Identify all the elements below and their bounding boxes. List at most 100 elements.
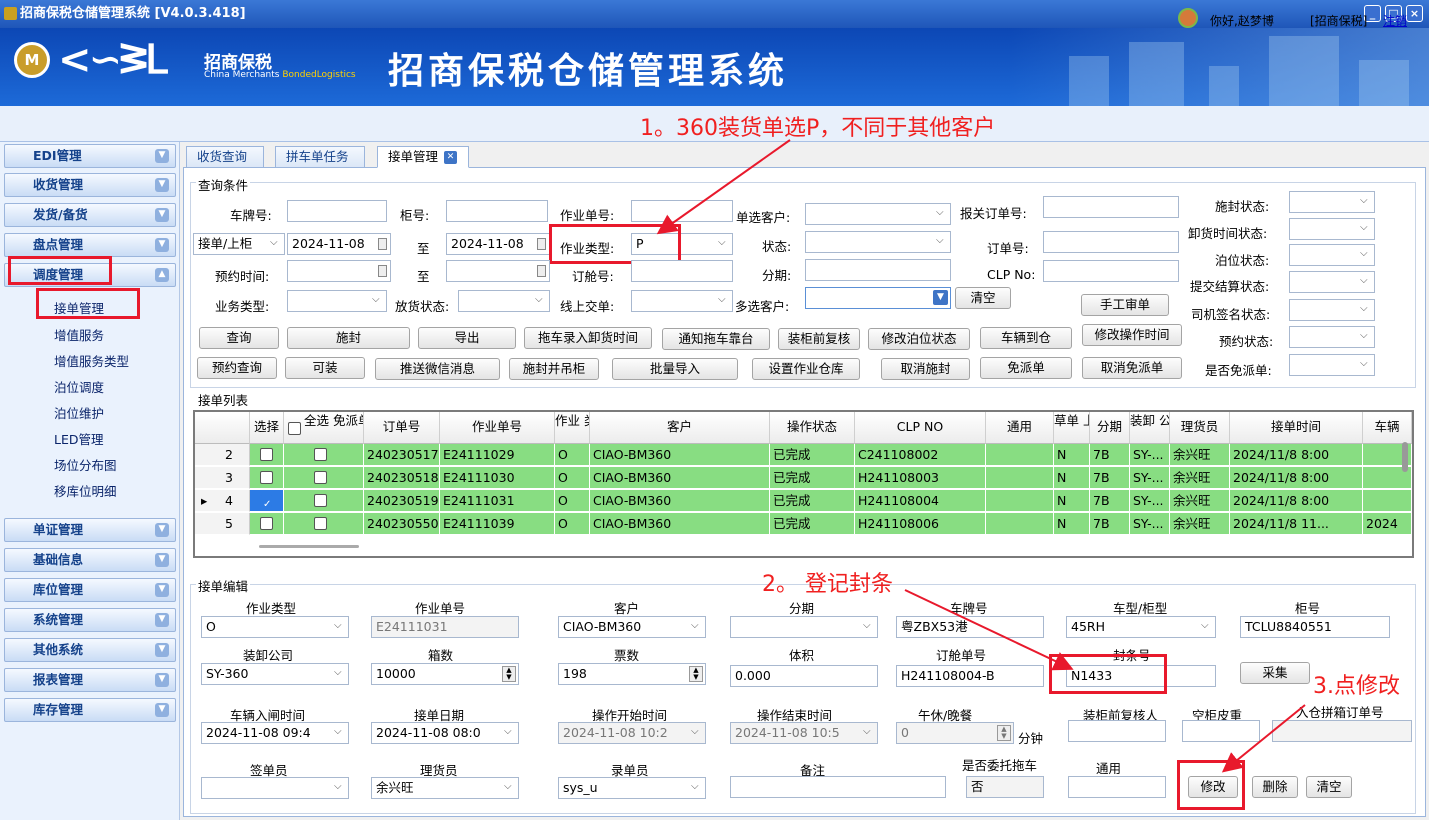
export-button[interactable]: 导出	[418, 327, 516, 349]
seal-and-lift-button[interactable]: 施封并吊柜	[509, 358, 599, 380]
free-dispatch-button[interactable]: 免派单	[980, 357, 1072, 379]
spinner-icon[interactable]: ▲ ▼	[689, 666, 703, 682]
edit-booking-no-input[interactable]: H241108004-B	[896, 665, 1044, 687]
edit-plate-input[interactable]: 粤ZBX53港	[896, 616, 1044, 638]
sidebar-group-other[interactable]: 其他系统 ▼	[4, 638, 176, 662]
online-handover-select[interactable]: ⌵	[631, 290, 733, 312]
pre-load-check-button[interactable]: 装柜前复核	[778, 328, 860, 350]
sidebar-item-relocation[interactable]: 移库位明细	[54, 481, 117, 500]
status-select[interactable]: ⌵	[805, 231, 951, 253]
multi-customer-select[interactable]: ▼	[805, 287, 951, 309]
berth-status-select[interactable]: ⌵	[1289, 244, 1375, 266]
edit-empty-tare-input[interactable]	[1182, 720, 1260, 742]
seal-status-select[interactable]: ⌵	[1289, 191, 1375, 213]
settle-status-select[interactable]: ⌵	[1289, 271, 1375, 293]
collect-button[interactable]: 采集	[1240, 662, 1310, 684]
clp-no-input[interactable]	[1043, 260, 1179, 282]
unload-time-status-select[interactable]: ⌵	[1289, 218, 1375, 240]
sidebar-item-value-added[interactable]: 增值服务	[54, 325, 104, 344]
calendar-icon[interactable]	[378, 265, 387, 277]
single-customer-select[interactable]: ⌵	[805, 203, 951, 225]
col-header-free-dispatch[interactable]: 全选 免派单	[284, 412, 364, 444]
edit-general-input[interactable]	[1068, 776, 1166, 798]
edit-signer-select[interactable]: ⌵	[201, 777, 349, 799]
edit-customer-select[interactable]: CIAO-BM360 ⌵	[558, 616, 706, 638]
tab-carpool-task[interactable]: 拼车单任务	[275, 146, 365, 168]
close-tab-icon[interactable]: ✕	[444, 151, 458, 164]
free-dispatch-checkbox[interactable]	[314, 471, 327, 484]
sidebar-group-receiving[interactable]: 收货管理 ▼	[4, 173, 176, 197]
edit-pre-load-checker-input[interactable]	[1068, 720, 1166, 742]
calendar-icon[interactable]	[537, 265, 546, 277]
table-row[interactable]: 4▸ 240230519E24111031OCIAO-BM360已完成H24110…	[195, 490, 1412, 512]
calendar-icon[interactable]	[537, 238, 546, 250]
calendar-icon[interactable]	[378, 238, 387, 250]
edit-vehicle-type-select[interactable]: 45RH ⌵	[1066, 616, 1216, 638]
sidebar-group-stock[interactable]: 库存管理 ▼	[4, 698, 176, 722]
release-status-select[interactable]: ⌵	[458, 290, 550, 312]
free-dispatch-checkbox[interactable]	[314, 517, 327, 530]
period-input[interactable]	[805, 259, 951, 281]
edit-tickets-stepper[interactable]: 198 ▲ ▼	[558, 663, 706, 685]
edit-tally-select[interactable]: 余兴旺 ⌵	[371, 777, 519, 799]
logout-link[interactable]: 注销	[1383, 12, 1407, 29]
date-from-input[interactable]: 2024-11-08	[287, 233, 391, 255]
clear-query-button[interactable]: 清空	[955, 287, 1011, 309]
close-button[interactable]: ×	[1406, 5, 1423, 22]
row-select-checkbox[interactable]	[260, 448, 273, 461]
date-to-input[interactable]: 2024-11-08	[446, 233, 550, 255]
notify-truck-button[interactable]: 通知拖车靠台	[662, 328, 770, 350]
edit-remark-input[interactable]	[730, 776, 946, 798]
edit-period-select[interactable]: ⌵	[730, 616, 878, 638]
free-dispatch-checkbox[interactable]	[314, 448, 327, 461]
sidebar-group-edi[interactable]: EDI管理 ▼	[4, 144, 176, 168]
cancel-seal-button[interactable]: 取消施封	[881, 358, 970, 380]
order-no-input[interactable]	[1043, 231, 1179, 253]
row-select-checkbox[interactable]	[260, 517, 273, 530]
cancel-free-dispatch-button[interactable]: 取消免派单	[1082, 357, 1182, 379]
cabinet-input[interactable]	[446, 200, 548, 222]
manual-review-button[interactable]: 手工审单	[1081, 294, 1169, 316]
edit-loading-company-select[interactable]: SY-360 ⌵	[201, 663, 349, 685]
table-row[interactable]: 5 240230550 E24111039 O CIAO-BM360 已完成 H241108…	[195, 513, 1412, 535]
edit-boxes-stepper[interactable]: 10000 ▲ ▼	[371, 663, 519, 685]
edit-job-type-select[interactable]: O ⌵	[201, 616, 349, 638]
edit-recorder-select[interactable]: sys_u ⌵	[558, 777, 706, 799]
table-row[interactable]: 3 240230518 E24111030 O CIAO-BM360 已完成 H241108…	[195, 467, 1412, 489]
clear-edit-button[interactable]: 清空	[1306, 776, 1352, 798]
appt-from-input[interactable]	[287, 260, 391, 282]
horizontal-scrollbar[interactable]	[259, 545, 359, 548]
date-type-select[interactable]: 接单/上柜 ⌵	[193, 233, 285, 255]
loadable-button[interactable]: 可装	[285, 357, 365, 379]
plate-input[interactable]	[287, 200, 387, 222]
sidebar-group-reports[interactable]: 报表管理 ▼	[4, 668, 176, 692]
query-button[interactable]: 查询	[199, 327, 279, 349]
row-select-checkbox[interactable]	[260, 471, 273, 484]
appt-query-button[interactable]: 预约查询	[197, 357, 277, 379]
booking-no-input[interactable]	[631, 260, 733, 282]
sidebar-item-led[interactable]: LED管理	[54, 429, 104, 448]
driver-sign-status-select[interactable]: ⌵	[1289, 299, 1375, 321]
select-all-checkbox[interactable]	[288, 422, 301, 435]
sidebar-item-value-added-type[interactable]: 增值服务类型	[54, 351, 129, 370]
batch-import-button[interactable]: 批量导入	[612, 358, 738, 380]
edit-cabinet-input[interactable]: TCLU8840551	[1240, 616, 1390, 638]
free-dispatch-select[interactable]: ⌵	[1289, 354, 1375, 376]
vertical-scrollbar[interactable]	[1402, 442, 1408, 472]
tab-order-management[interactable]: 接单管理 ✕	[377, 146, 469, 168]
sidebar-group-shipping[interactable]: 发货/备货 ▼	[4, 203, 176, 227]
vehicle-arrival-button[interactable]: 车辆到仓	[980, 327, 1072, 349]
sidebar-group-location[interactable]: 库位管理 ▼	[4, 578, 176, 602]
sidebar-group-system[interactable]: 系统管理 ▼	[4, 608, 176, 632]
sidebar-item-berth-dispatch[interactable]: 泊位调度	[54, 377, 104, 396]
appt-to-input[interactable]	[446, 260, 550, 282]
spinner-icon[interactable]: ▲ ▼	[502, 666, 516, 682]
push-wechat-button[interactable]: 推送微信消息	[375, 358, 500, 380]
seal-button[interactable]: 施封	[287, 327, 410, 349]
free-dispatch-checkbox[interactable]	[314, 494, 327, 507]
modify-op-time-button[interactable]: 修改操作时间	[1082, 324, 1182, 346]
set-warehouse-button[interactable]: 设置作业仓库	[752, 358, 860, 380]
sidebar-group-inventory-count[interactable]: 盘点管理 ▼	[4, 233, 176, 257]
delete-button[interactable]: 删除	[1252, 776, 1298, 798]
tab-receiving-query[interactable]: 收货查询	[186, 146, 264, 168]
